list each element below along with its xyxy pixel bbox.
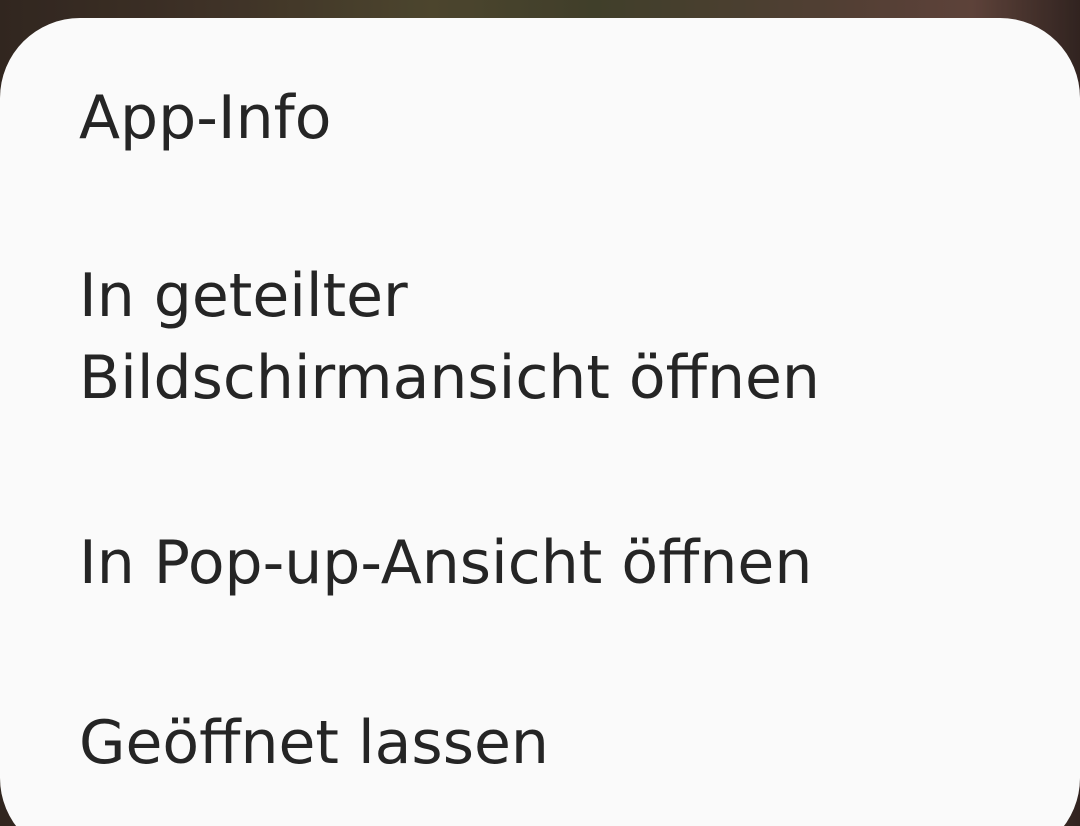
menu-item-popup-view[interactable]: In Pop-up-Ansicht öffnen bbox=[79, 522, 1020, 604]
menu-item-label: App-Info bbox=[79, 83, 332, 153]
menu-item-label: Geöffnet lassen bbox=[79, 708, 549, 778]
menu-item-app-info[interactable]: App-Info bbox=[79, 77, 1020, 159]
menu-item-split-screen[interactable]: In geteilter Bildschirmansicht öffnen bbox=[79, 255, 1020, 419]
menu-item-label-line2: Bildschirmansicht öffnen bbox=[79, 343, 820, 413]
menu-item-keep-open[interactable]: Geöffnet lassen bbox=[79, 702, 1020, 784]
menu-item-label: In Pop-up-Ansicht öffnen bbox=[79, 528, 813, 598]
app-context-menu: App-Info In geteilter Bildschirmansicht … bbox=[0, 18, 1080, 826]
menu-item-label-line1: In geteilter bbox=[79, 261, 408, 331]
